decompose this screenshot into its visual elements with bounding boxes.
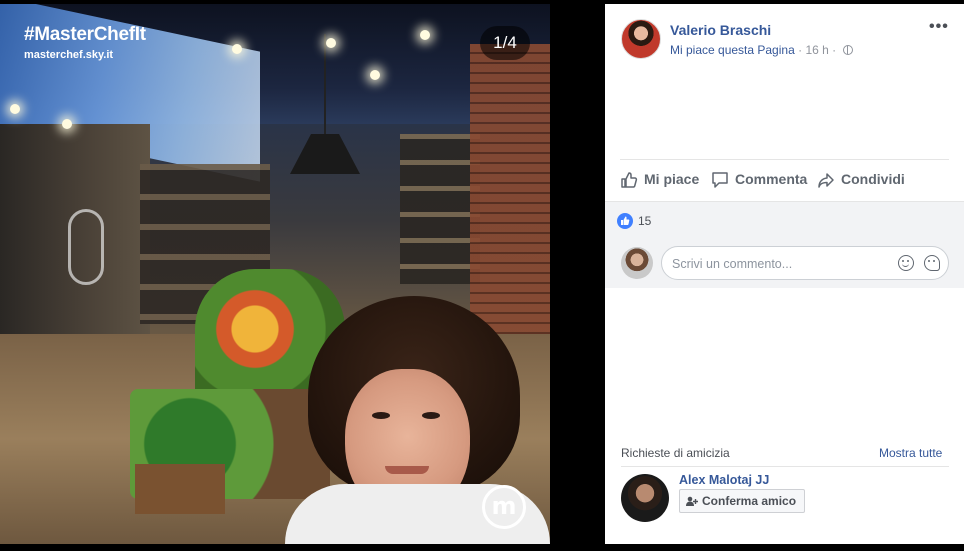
more-options-button[interactable]: ••• xyxy=(929,18,949,36)
stage-light xyxy=(420,30,430,40)
thumbs-up-icon xyxy=(621,172,638,188)
like-reaction-icon[interactable] xyxy=(617,213,633,229)
share-label: Condividi xyxy=(841,171,905,187)
post-header: Valerio Braschi Mi piace questa Pagina ·… xyxy=(605,4,964,74)
share-icon xyxy=(818,173,834,188)
post-author[interactable]: Valerio Braschi xyxy=(670,22,771,38)
stage-light xyxy=(10,104,20,114)
comment-button[interactable]: Commenta xyxy=(711,171,807,189)
add-friend-icon xyxy=(686,496,698,506)
sticker-icon[interactable] xyxy=(924,255,940,271)
eye xyxy=(372,412,390,419)
avatar xyxy=(621,247,653,279)
confirm-friend-label: Conferma amico xyxy=(702,494,797,508)
pendant-lamp xyxy=(290,134,360,174)
post-photo[interactable]: #MasterChefIt masterchef.sky.it 1/4 xyxy=(0,4,550,544)
post-side-panel: Valerio Braschi Mi piace questa Pagina ·… xyxy=(605,4,964,544)
eye xyxy=(422,412,440,419)
comment-label: Commenta xyxy=(735,171,808,187)
avatar[interactable] xyxy=(621,19,661,59)
masterchef-logo-icon xyxy=(482,485,526,529)
post-time[interactable]: 16 h xyxy=(805,43,828,57)
emoji-icon[interactable] xyxy=(898,255,914,271)
comment-input[interactable] xyxy=(672,254,892,274)
comment-box[interactable] xyxy=(661,246,949,280)
like-count[interactable]: 15 xyxy=(638,214,651,228)
share-button[interactable]: Condividi xyxy=(817,171,905,189)
stage-light xyxy=(370,70,380,80)
hashtag-brand: #MasterChefIt xyxy=(24,24,146,45)
show-all-link[interactable]: Mostra tutte xyxy=(879,446,942,460)
friend-requests-title: Richieste di amicizia xyxy=(621,446,730,460)
reactions-section: 15 xyxy=(605,201,964,288)
stage-light xyxy=(326,38,336,48)
globe-icon xyxy=(843,45,854,55)
stage-light xyxy=(232,44,242,54)
friend-request-name[interactable]: Alex Malotaj JJ xyxy=(679,473,769,487)
page-like-link[interactable]: Mi piace questa Pagina xyxy=(670,43,795,57)
mouth xyxy=(385,466,429,474)
brand-site: masterchef.sky.it xyxy=(24,49,114,61)
comment-icon xyxy=(712,172,728,188)
like-label: Mi piace xyxy=(644,171,700,187)
lamp-cord xyxy=(324,34,326,134)
divider xyxy=(621,466,949,467)
separator: · xyxy=(832,43,837,57)
brick-wall xyxy=(470,44,550,364)
like-button[interactable]: Mi piace xyxy=(620,171,699,189)
masterchef-logo-icon xyxy=(68,209,104,285)
basket xyxy=(135,464,225,514)
stage-light xyxy=(62,119,72,129)
pantry-shelves-right xyxy=(400,134,480,284)
separator: · xyxy=(798,43,803,57)
post-actions: Mi piace Commenta Condividi xyxy=(620,159,949,201)
avatar[interactable] xyxy=(621,474,669,522)
photo-counter: 1/4 xyxy=(480,26,530,60)
screen: #MasterChefIt masterchef.sky.it 1/4 Vale… xyxy=(0,0,964,551)
post-meta: Mi piace questa Pagina · 16 h · xyxy=(670,43,854,57)
confirm-friend-button[interactable]: Conferma amico xyxy=(679,489,806,513)
